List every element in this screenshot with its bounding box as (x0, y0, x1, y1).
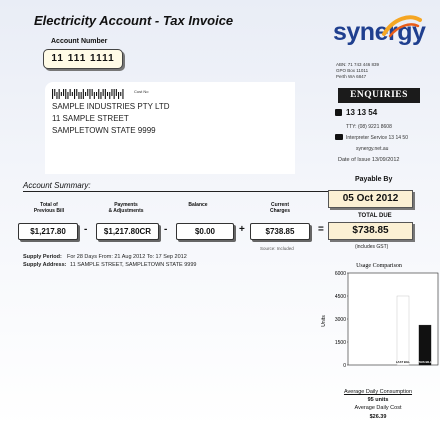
account-summary-title: Account Summary: (23, 181, 91, 190)
supply-period-label: Supply Period: (23, 254, 62, 260)
address-line-name: SAMPLE INDUSTRIES PTY LTD (52, 102, 170, 111)
barcode-bar (89, 89, 91, 99)
tty-line: TTY: (08) 9221 8608 (346, 124, 392, 130)
barcode-bar (107, 92, 109, 96)
swoosh-icon (382, 15, 422, 38)
barcode-bar (98, 89, 100, 99)
barcode-tag: Cust No (134, 89, 149, 94)
previous-bill-value: $1,217.80 (18, 223, 78, 240)
barcode-bar (74, 89, 76, 99)
barcode-bar (58, 89, 60, 99)
barcode-bar (122, 89, 124, 99)
current-charges-value: $738.85 (250, 223, 310, 240)
barcode-bar (82, 89, 84, 99)
chart-ylabel: Units (321, 315, 327, 327)
barcode-bar (96, 92, 98, 96)
total-due-label: TOTAL DUE (358, 213, 392, 219)
barcode-bar (71, 92, 73, 96)
barcode-bar (63, 89, 65, 96)
barcode-bar (87, 89, 89, 96)
usage-comparison-chart: Usage Comparison Units 0 1500 3000 4500 6000… (321, 263, 439, 369)
operator-plus: + (239, 224, 245, 235)
barcode-bar (91, 89, 93, 96)
barcode-bar (65, 89, 67, 99)
y-tick-label: 1500 (335, 340, 346, 346)
payable-by-label: Payable By (355, 176, 393, 183)
barcode-bar (111, 89, 113, 96)
barcode-bar (109, 92, 111, 99)
source-note: Source: Included (260, 246, 294, 251)
postal-barcode (52, 89, 124, 99)
operator-minus-1: - (84, 224, 88, 235)
y-tick-label: 3000 (335, 317, 346, 323)
barcode-bar (76, 89, 78, 96)
supply-address-label: Supply Address: (23, 262, 67, 268)
barcode-bar (115, 89, 117, 96)
category-label-1: THIS BILL (418, 360, 432, 364)
summary-divider (23, 191, 328, 192)
avg-cost-value: $26.39 (369, 414, 387, 420)
supply-period-value: For 28 Days From: 21 Aug 2012 To: 17 Sep… (67, 254, 187, 260)
barcode-bar (113, 89, 115, 99)
account-number-box: 11 111 1111 (43, 49, 123, 69)
y-tick-label: 0 (343, 363, 346, 369)
avg-consumption-label: Average Daily Consumption (343, 389, 413, 395)
avg-consumption-value: 95 units (367, 397, 389, 403)
col-header-current-charges: Current Charges (269, 202, 290, 214)
barcode-bar (52, 89, 54, 99)
interpreter-line: Interpreter Service 13 14 50 (346, 135, 408, 141)
y-tick-label: 6000 (335, 271, 346, 277)
total-due-box: $738.85 (328, 222, 413, 240)
barcode-bar (93, 92, 95, 99)
col-header-previous-bill: Total of Previous Bill (33, 202, 65, 214)
category-label-0: LAST BILL (396, 360, 411, 364)
barcode-bar (54, 89, 56, 96)
account-number-label: Account Number (51, 38, 108, 45)
barcode-bar (102, 89, 104, 96)
col-header-balance: Balance (188, 202, 208, 208)
barcode-bar (56, 92, 58, 99)
company-city: Perth WA 6847 (336, 74, 367, 79)
phone-number: 13 13 54 (346, 108, 378, 117)
website-line[interactable]: synergy.net.au (356, 146, 388, 152)
interpreter-icon (335, 134, 343, 140)
barcode-bar (80, 92, 82, 99)
barcode-bar (78, 92, 80, 99)
gst-note: (includes GST) (355, 244, 389, 250)
operator-minus-2: - (164, 224, 168, 235)
barcode-bar (120, 92, 122, 96)
barcode-bar (67, 92, 69, 99)
page-title: Electricity Account - Tax Invoice (34, 13, 234, 28)
issue-date: Date of Issue 13/09/2012 (338, 157, 400, 163)
y-tick-label: 4500 (335, 294, 346, 300)
address-line-street: 11 SAMPLE STREET (52, 114, 129, 123)
operator-equals: = (318, 224, 324, 235)
barcode-bar (85, 92, 87, 96)
address-line-town: SAMPLETOWN STATE 9999 (52, 126, 156, 135)
balance-value: $0.00 (176, 223, 234, 240)
barcode-bar (60, 92, 62, 96)
barcode-bar (100, 92, 102, 99)
barcode-bar (69, 89, 71, 96)
phone-icon (335, 109, 342, 116)
col-header-payments: Payments & Adjustments (108, 202, 144, 214)
usage-bar-0 (396, 295, 410, 366)
payable-date-box: 05 Oct 2012 (328, 190, 413, 208)
barcode-bar (104, 89, 106, 99)
supply-address-value: 11 SAMPLE STREET, SAMPLETOWN STATE 9999 (70, 262, 197, 268)
enquiries-header: ENQUIRIES (338, 88, 420, 103)
chart-title: Usage Comparison (356, 263, 402, 269)
barcode-bar (118, 92, 120, 99)
payments-value: $1,217.80CR (96, 223, 159, 240)
avg-cost-label: Average Daily Cost (354, 405, 402, 411)
